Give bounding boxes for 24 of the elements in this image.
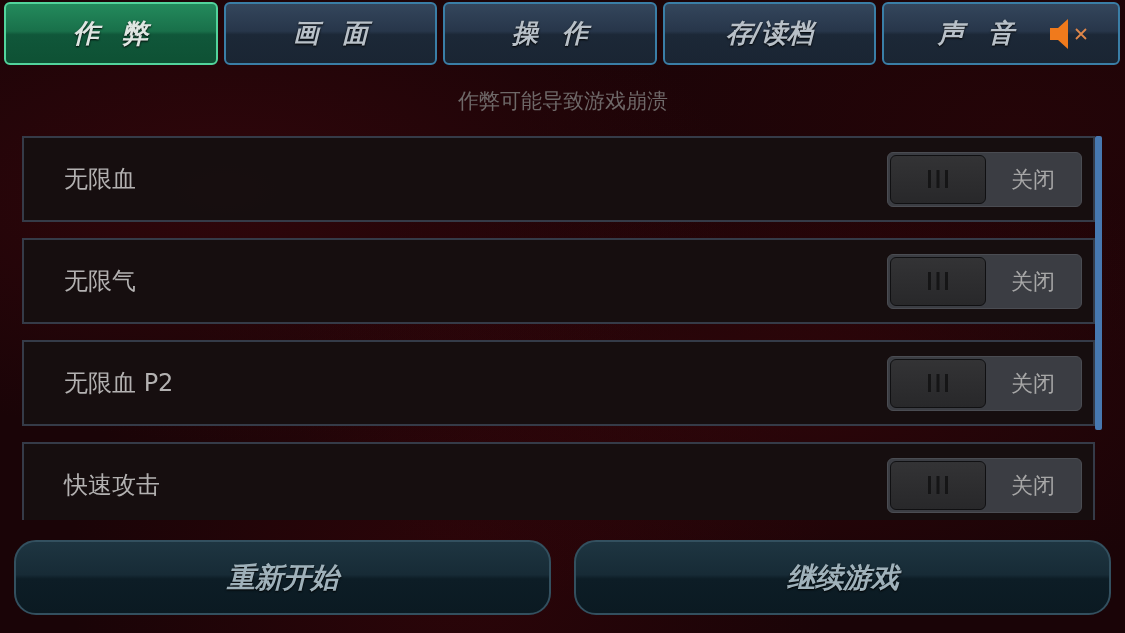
tab[interactable]: 画 面 — [223, 2, 438, 65]
grip-icon — [927, 374, 949, 392]
setting-label: 无限血 — [64, 164, 136, 195]
toggle-switch[interactable]: 关闭 — [887, 151, 1082, 207]
tab[interactable]: 操 作 — [443, 2, 657, 65]
toggle-switch[interactable]: 关闭 — [887, 457, 1082, 513]
grip-icon — [927, 272, 949, 290]
setting-label: 无限血 P2 — [64, 368, 174, 399]
menu-button[interactable]: 重新开始 — [14, 540, 551, 615]
toggle-switch[interactable]: 关闭 — [887, 253, 1082, 309]
setting-label: 无限气 — [64, 266, 136, 297]
setting-label: 快速攻击 — [64, 470, 160, 501]
toggle-knob[interactable] — [890, 358, 986, 408]
toggle-knob[interactable] — [890, 460, 986, 510]
menu-button[interactable]: 继续游戏 — [574, 540, 1111, 615]
grip-icon — [927, 170, 949, 188]
toggle-switch[interactable]: 关闭 — [887, 355, 1082, 411]
tab[interactable]: 声 音 — [882, 2, 1120, 65]
toggle-knob[interactable] — [890, 256, 986, 306]
warning-text: 作弊可能导致游戏崩溃 — [456, 88, 669, 114]
tab[interactable]: 作 弊 — [4, 2, 218, 65]
grip-icon — [927, 476, 949, 494]
tab[interactable]: 存/读档 — [662, 2, 877, 65]
toggle-knob[interactable] — [890, 154, 986, 204]
